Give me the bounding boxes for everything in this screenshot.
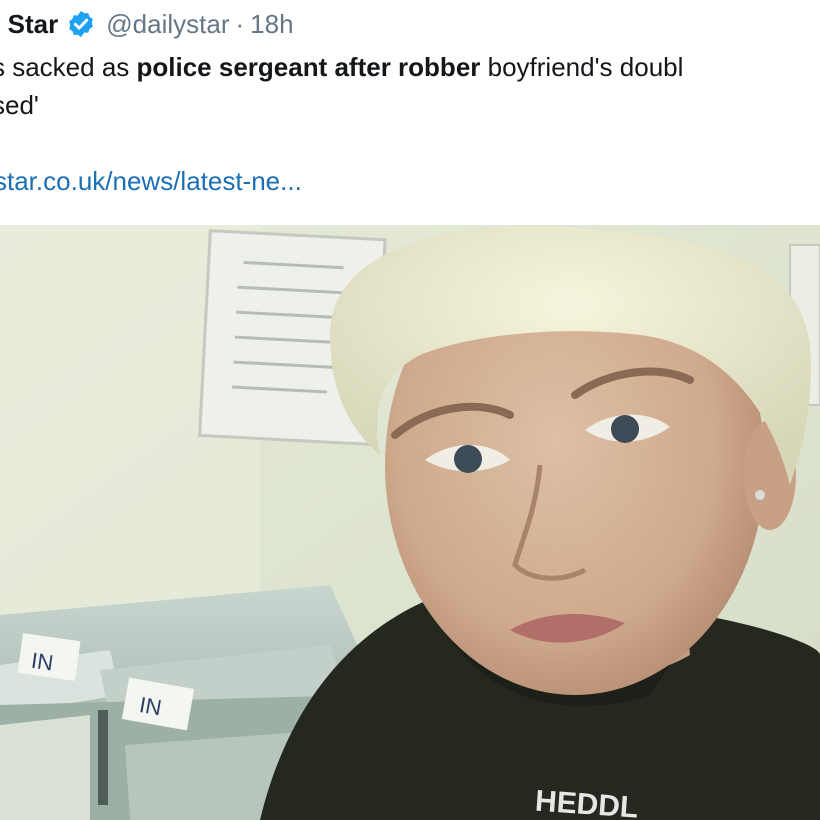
tray-label-2: IN [137,692,163,720]
tweet-timestamp[interactable]: 18h [250,9,293,40]
tweet-photo[interactable]: IN IN HEDDL [0,225,820,820]
tweet-header: y Star @dailystar · 18h [0,4,294,44]
hoodie-print: HEDDL [534,785,639,820]
display-name[interactable]: y Star [0,9,58,40]
separator-dot: · [235,8,245,39]
verified-badge-icon [66,9,96,39]
tray-label-1: IN [30,648,55,676]
tweet-text-line-1: s sacked as police sergeant after robber… [0,48,820,86]
tweet-text-segment: boyfriend's doubl [480,52,684,82]
tweet-text-segment: s sacked as [0,52,137,82]
tweet-text: s sacked as police sergeant after robber… [0,48,820,124]
user-handle[interactable]: @dailystar [106,9,229,40]
tweet-text-bold: police sergeant after robber [136,52,481,82]
article-link[interactable]: star.co.uk/news/latest-ne... [0,166,302,197]
tweet-text-line-2: sed' [0,90,39,120]
